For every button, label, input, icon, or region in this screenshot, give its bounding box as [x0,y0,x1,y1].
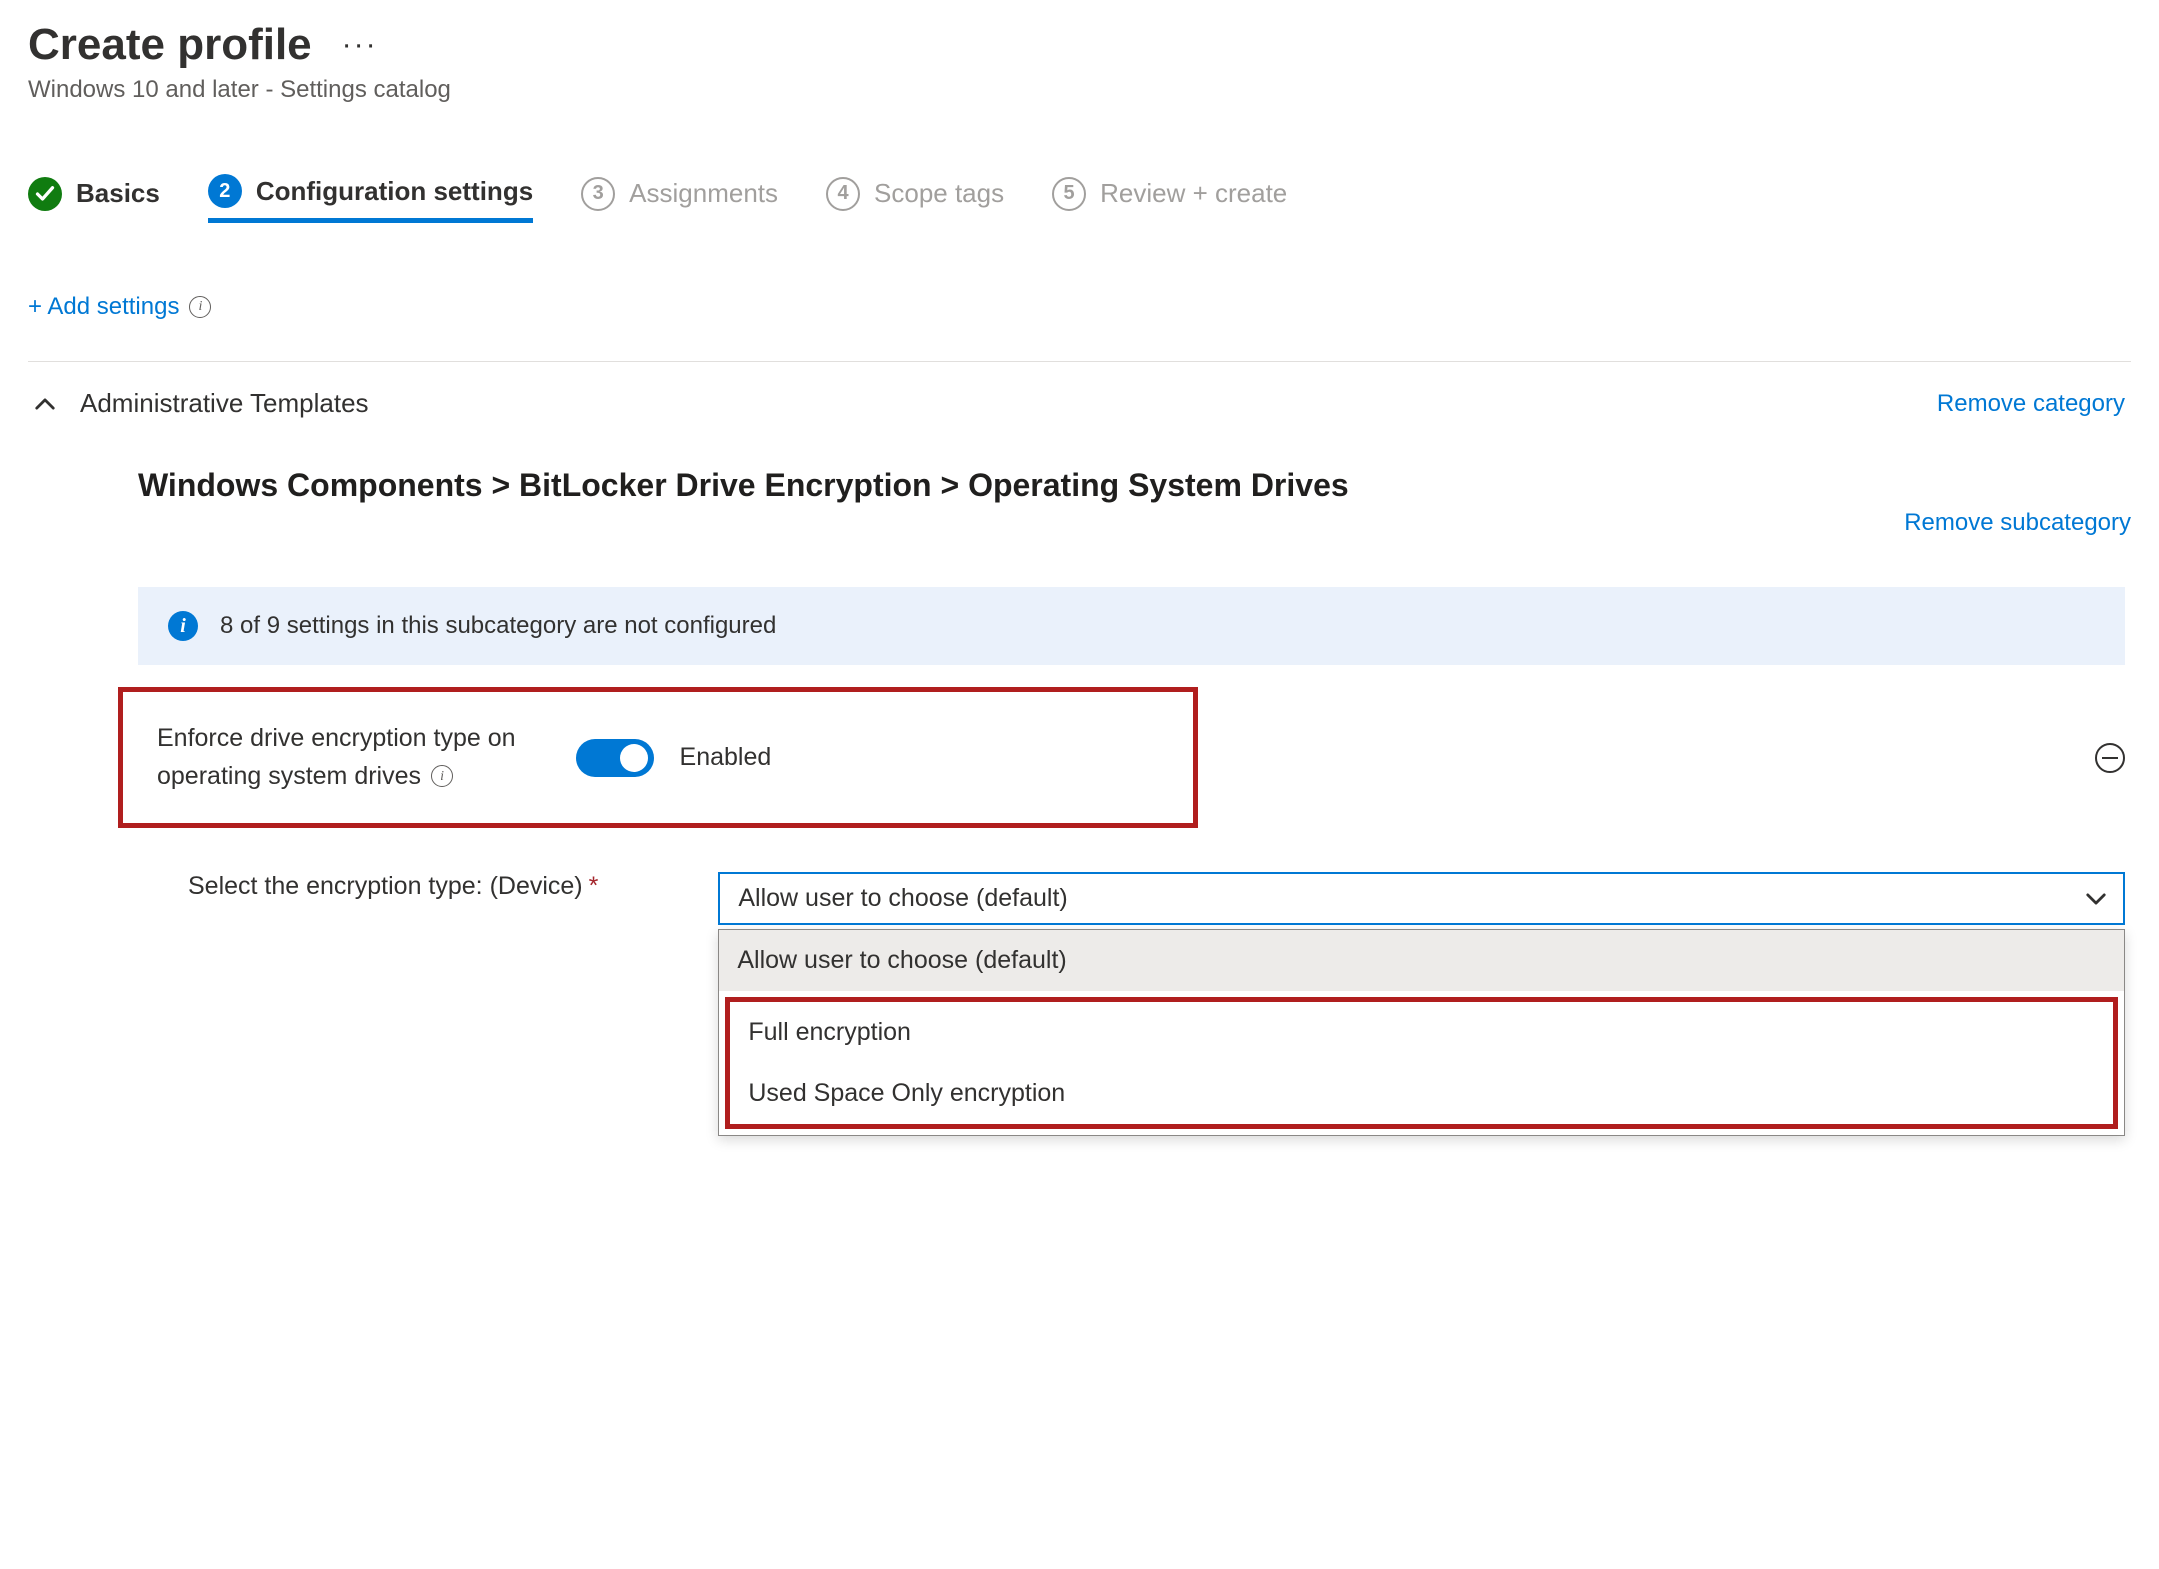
step-basics[interactable]: Basics [28,177,160,221]
required-indicator: * [589,872,599,901]
step-review-create[interactable]: 5 Review + create [1052,177,1287,221]
dropdown-option[interactable]: Full encryption [730,1002,2113,1063]
subcategory-title: Windows Components > BitLocker Drive Enc… [138,463,1349,508]
remove-subcategory-link[interactable]: Remove subcategory [1904,509,2131,537]
step-number-icon: 4 [826,177,860,211]
step-configuration-settings[interactable]: 2 Configuration settings [208,174,533,223]
step-number-icon: 2 [208,174,242,208]
encryption-type-dropdown: Allow user to choose (default) Full encr… [718,929,2125,1136]
page-title: Create profile [28,20,312,70]
step-label: Basics [76,178,160,209]
toggle-state-label: Enabled [680,743,772,772]
chevron-down-icon [2085,888,2107,910]
enabled-toggle[interactable] [576,739,654,777]
select-value: Allow user to choose (default) [738,884,1067,912]
step-scope-tags[interactable]: 4 Scope tags [826,177,1004,221]
remove-setting-icon[interactable] [2095,743,2125,773]
setting-enforce-encryption-type: Enforce drive encryption type on operati… [118,687,1198,828]
divider [28,361,2131,362]
info-icon[interactable]: i [431,765,453,787]
encryption-type-select[interactable]: Allow user to choose (default) [718,872,2125,925]
step-number-icon: 3 [581,177,615,211]
category-title: Administrative Templates [80,388,369,419]
info-icon[interactable]: i [189,296,211,318]
info-icon: i [168,611,198,641]
checkmark-icon [28,177,62,211]
dropdown-option[interactable]: Used Space Only encryption [730,1063,2113,1124]
page-subtitle: Windows 10 and later - Settings catalog [28,76,2131,104]
wizard-stepper: Basics 2 Configuration settings 3 Assign… [28,174,2131,223]
setting-label: Enforce drive encryption type on [157,720,516,758]
step-number-icon: 5 [1052,177,1086,211]
step-label: Configuration settings [256,176,533,207]
info-banner-text: 8 of 9 settings in this subcategory are … [220,612,776,640]
step-label: Scope tags [874,178,1004,209]
step-label: Assignments [629,178,778,209]
step-label: Review + create [1100,178,1287,209]
chevron-up-icon[interactable] [34,393,56,415]
setting-label: operating system drives [157,758,421,796]
dropdown-option[interactable]: Allow user to choose (default) [719,930,2124,991]
select-label: Select the encryption type: (Device) [188,872,583,901]
more-actions-icon[interactable]: ··· [342,28,378,62]
add-settings-link[interactable]: + Add settings [28,293,179,321]
remove-category-link[interactable]: Remove category [1937,390,2125,418]
info-banner: i 8 of 9 settings in this subcategory ar… [138,587,2125,665]
step-assignments[interactable]: 3 Assignments [581,177,778,221]
